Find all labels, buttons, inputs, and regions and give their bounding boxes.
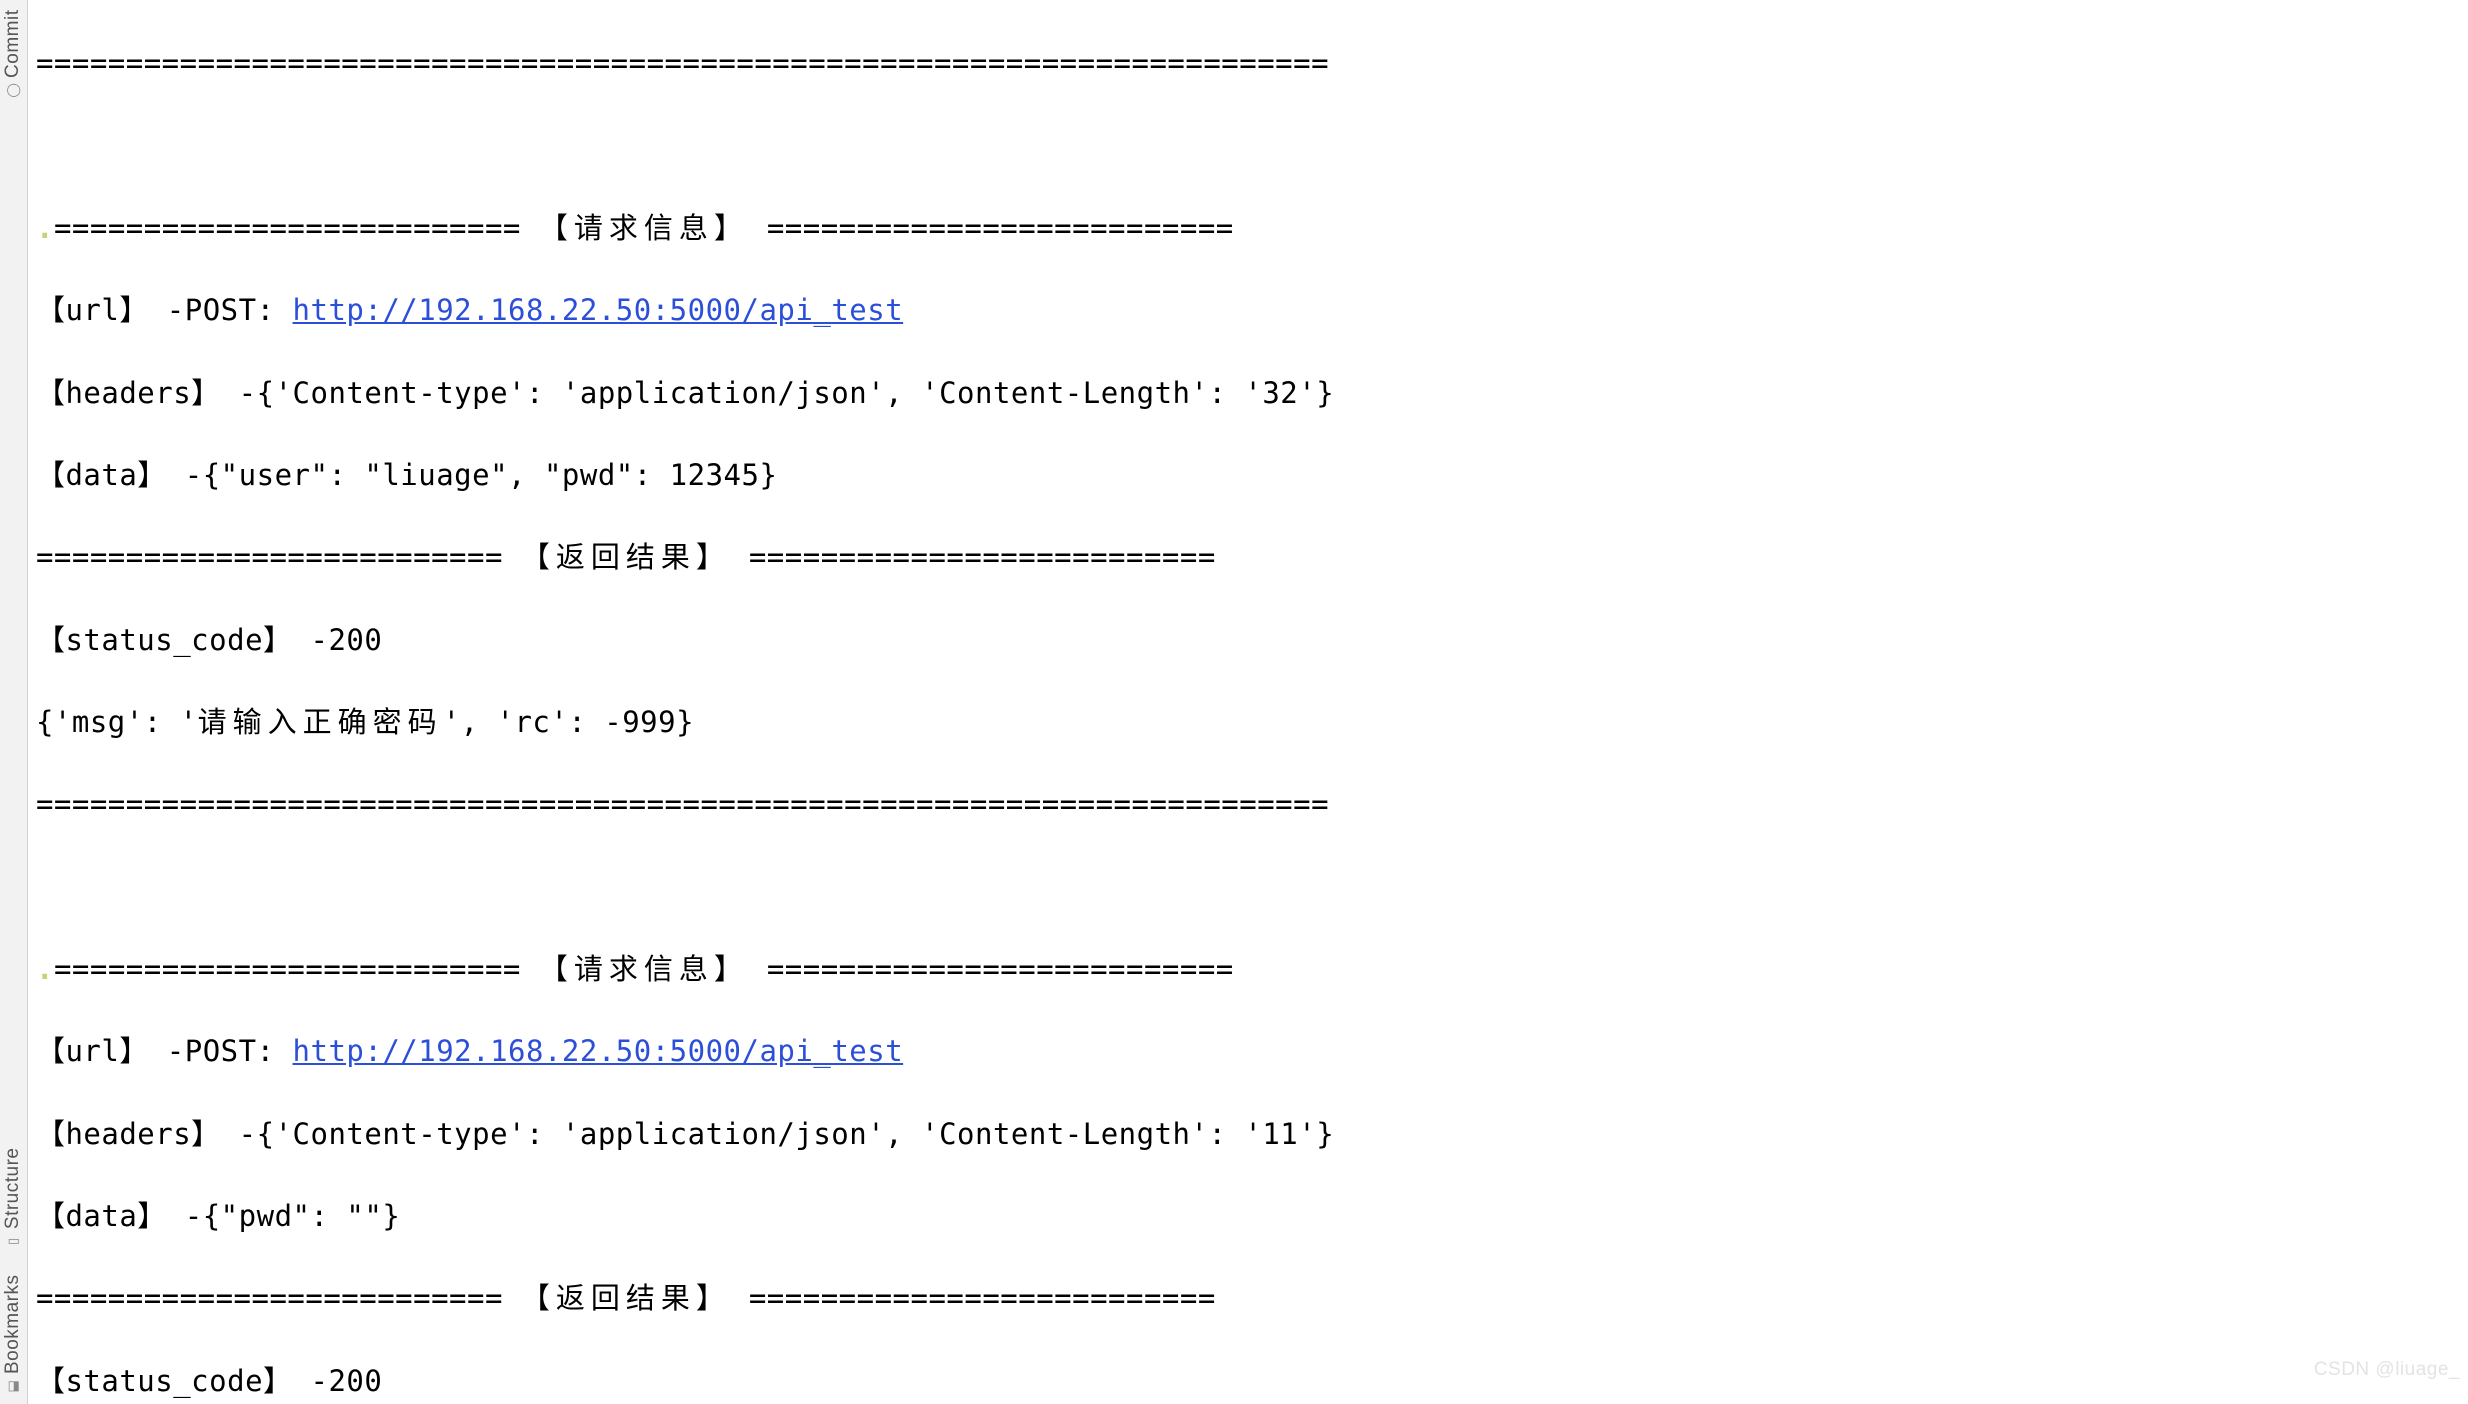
tool-commit-label: Commit bbox=[0, 10, 27, 78]
request-header: ..========================== 【请求信息】 ====… bbox=[36, 208, 2460, 249]
response-header: ========================== 【返回结果】 ======… bbox=[36, 1278, 2460, 1319]
blank-line bbox=[36, 126, 2460, 167]
tool-structure[interactable]: ▭ Structure bbox=[0, 1142, 27, 1255]
status-line: 【status_code】 -200 bbox=[36, 620, 2460, 661]
request-header: .========================== 【请求信息】 =====… bbox=[36, 949, 2460, 990]
headers-line: 【headers】 -{'Content-type': 'application… bbox=[36, 1114, 2460, 1155]
tool-bookmarks[interactable]: ◧ Bookmarks bbox=[0, 1269, 27, 1400]
headers-line: 【headers】 -{'Content-type': 'application… bbox=[36, 373, 2460, 414]
separator-line: ========================================… bbox=[36, 43, 2460, 84]
structure-icon: ▭ bbox=[4, 1233, 22, 1249]
body-line: {'msg': '请输入正确密码', 'rc': -999} bbox=[36, 702, 2460, 743]
console-output: ========================================… bbox=[28, 0, 2468, 1404]
ide-sidebar: ◯ Commit ▭ Structure ◧ Bookmarks bbox=[0, 0, 28, 1404]
bookmarks-icon: ◧ bbox=[4, 1379, 22, 1395]
blank-line bbox=[36, 867, 2460, 908]
tool-commit[interactable]: ◯ Commit bbox=[0, 4, 27, 104]
url-link[interactable]: http://192.168.22.50:5000/api_test bbox=[293, 293, 904, 327]
url-link[interactable]: http://192.168.22.50:5000/api_test bbox=[293, 1034, 904, 1068]
url-line: 【url】 -POST: http://192.168.22.50:5000/a… bbox=[36, 290, 2460, 331]
data-line: 【data】 -{"user": "liuage", "pwd": 12345} bbox=[36, 455, 2460, 496]
tool-bookmarks-label: Bookmarks bbox=[0, 1275, 27, 1375]
console-panel[interactable]: ========================================… bbox=[28, 0, 2468, 1404]
url-line: 【url】 -POST: http://192.168.22.50:5000/a… bbox=[36, 1031, 2460, 1072]
data-line: 【data】 -{"pwd": ""} bbox=[36, 1196, 2460, 1237]
block-footer: ========================================… bbox=[36, 784, 2460, 825]
status-line: 【status_code】 -200 bbox=[36, 1361, 2460, 1402]
tool-structure-label: Structure bbox=[0, 1148, 27, 1230]
response-header: ========================== 【返回结果】 ======… bbox=[36, 537, 2460, 578]
commit-icon: ◯ bbox=[4, 82, 22, 98]
